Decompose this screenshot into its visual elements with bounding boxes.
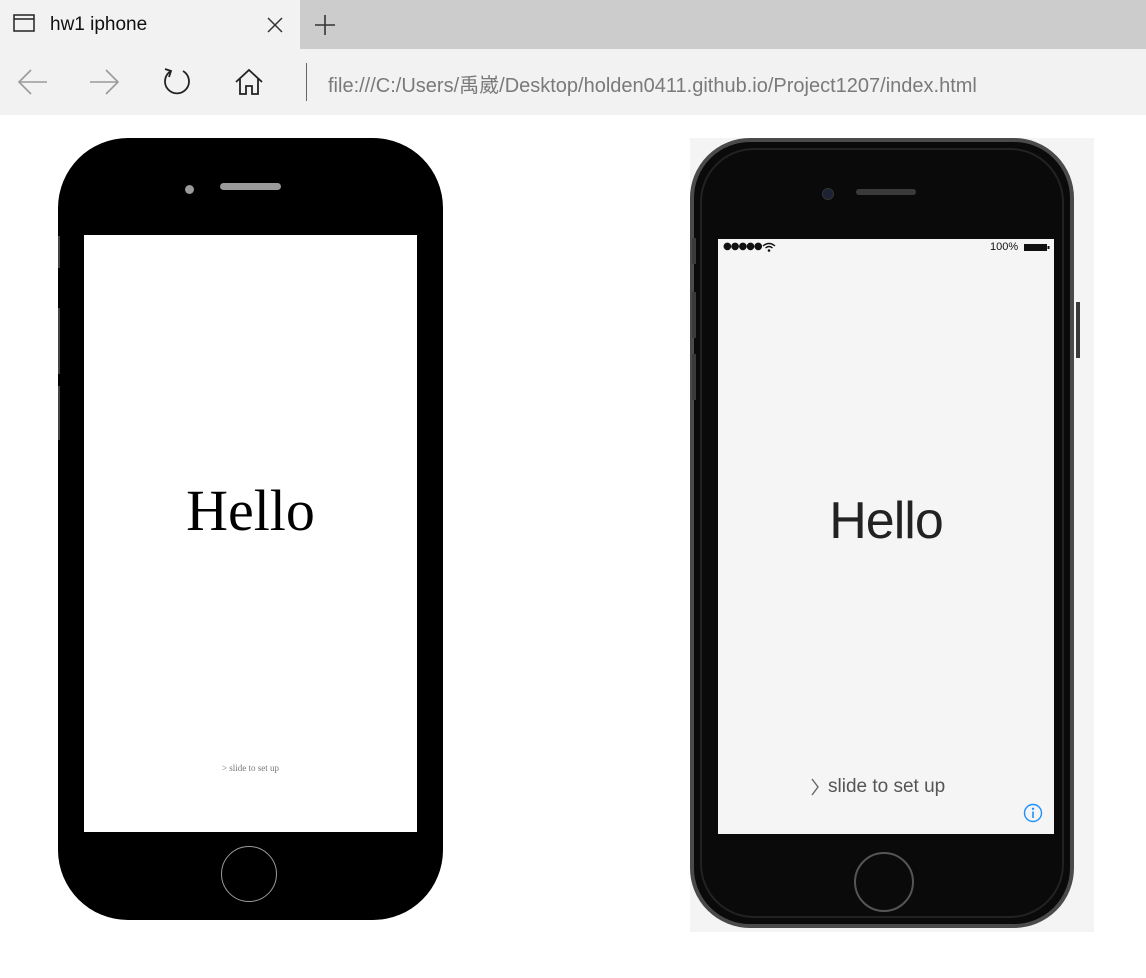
hello-text: Hello — [829, 492, 944, 550]
slide-to-set-up-text[interactable]: > slide to set up — [84, 763, 417, 773]
volume-up-button — [58, 308, 60, 374]
refresh-icon[interactable] — [159, 64, 195, 100]
signal-indicator: ●●●●● — [723, 241, 763, 252]
slide-to-set-up-label: slide to set up — [828, 776, 946, 797]
plus-icon[interactable] — [313, 13, 337, 37]
iphone-reference-image: ●●●●● 100% Hello slide to set up — [690, 138, 1094, 932]
css-iphone-screen: Hello > slide to set up — [84, 235, 417, 832]
arrow-left-icon[interactable] — [15, 64, 51, 100]
address-input[interactable]: file:///C:/Users/禹崴/Desktop/holden0411.g… — [328, 69, 977, 98]
css-iphone: Hello > slide to set up — [58, 138, 443, 920]
home-icon[interactable] — [231, 64, 267, 100]
mute-switch — [58, 236, 60, 268]
photo-iphone-body: ●●●●● 100% Hello slide to set up — [690, 138, 1080, 928]
address-divider — [306, 63, 307, 101]
home-button[interactable] — [854, 852, 914, 912]
tab-hw1-iphone[interactable]: hw1 iphone — [0, 0, 300, 49]
volume-up-button — [692, 292, 696, 338]
tab-bar: hw1 iphone — [0, 0, 1146, 49]
chevron-right-icon — [811, 778, 819, 796]
tab-title: hw1 iphone — [50, 14, 148, 35]
wifi-icon — [762, 242, 776, 252]
home-button[interactable] — [221, 846, 277, 902]
photo-iphone-screen: ●●●●● 100% Hello slide to set up — [718, 239, 1054, 834]
mute-switch — [692, 238, 696, 264]
slide-to-set-up-text[interactable]: slide to set up — [828, 776, 945, 798]
window-icon — [13, 14, 35, 32]
power-button — [1076, 302, 1080, 358]
battery-percent: 100% — [990, 241, 1019, 253]
earpiece-speaker — [220, 183, 281, 190]
battery-icon — [1024, 244, 1050, 251]
earpiece-speaker — [856, 189, 916, 195]
front-camera — [185, 185, 194, 194]
info-icon[interactable] — [1023, 803, 1043, 823]
address-bar: file:///C:/Users/禹崴/Desktop/holden0411.g… — [0, 49, 1146, 115]
front-camera — [822, 188, 834, 200]
volume-down-button — [692, 354, 696, 400]
hello-text: Hello — [186, 478, 315, 543]
volume-down-button — [58, 386, 60, 440]
arrow-right-icon[interactable] — [86, 64, 122, 100]
close-icon[interactable] — [266, 16, 284, 34]
